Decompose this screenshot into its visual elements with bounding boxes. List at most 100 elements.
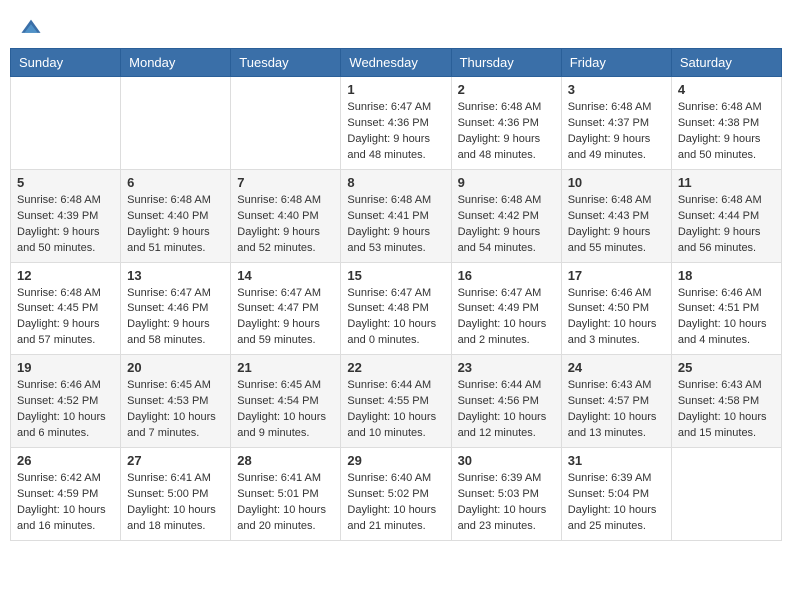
cell-content: Sunrise: 6:48 AM Sunset: 4:40 PM Dayligh… bbox=[237, 193, 334, 257]
day-number: 23 bbox=[458, 360, 555, 375]
calendar-cell: 20Sunrise: 6:45 AM Sunset: 4:53 PM Dayli… bbox=[121, 355, 231, 448]
cell-content: Sunrise: 6:47 AM Sunset: 4:49 PM Dayligh… bbox=[458, 286, 555, 350]
logo-icon bbox=[20, 18, 42, 36]
day-number: 29 bbox=[347, 453, 444, 468]
logo bbox=[20, 20, 46, 38]
calendar-week-3: 12Sunrise: 6:48 AM Sunset: 4:45 PM Dayli… bbox=[11, 262, 782, 355]
day-number: 28 bbox=[237, 453, 334, 468]
calendar-cell bbox=[231, 77, 341, 170]
day-number: 26 bbox=[17, 453, 114, 468]
cell-content: Sunrise: 6:45 AM Sunset: 4:54 PM Dayligh… bbox=[237, 378, 334, 442]
day-number: 5 bbox=[17, 175, 114, 190]
weekday-header-thursday: Thursday bbox=[451, 49, 561, 77]
cell-content: Sunrise: 6:43 AM Sunset: 4:57 PM Dayligh… bbox=[568, 378, 665, 442]
calendar-cell: 10Sunrise: 6:48 AM Sunset: 4:43 PM Dayli… bbox=[561, 169, 671, 262]
calendar-cell: 16 Sunrise: 6:47 AM Sunset: 4:49 PM Dayli… bbox=[451, 262, 561, 355]
cell-content: Sunrise: 6:44 AM Sunset: 4:56 PM Dayligh… bbox=[458, 378, 555, 442]
day-number: 18 bbox=[678, 268, 775, 283]
day-number: 15 bbox=[347, 268, 444, 283]
calendar-cell: 2 Sunrise: 6:48 AM Sunset: 4:36 PM Daylig… bbox=[451, 77, 561, 170]
day-number: 1 bbox=[347, 82, 444, 97]
weekday-header-saturday: Saturday bbox=[671, 49, 781, 77]
calendar-week-2: 5 Sunrise: 6:48 AM Sunset: 4:39 PM Daylig… bbox=[11, 169, 782, 262]
calendar-cell: 8 Sunrise: 6:48 AM Sunset: 4:41 PM Daylig… bbox=[341, 169, 451, 262]
calendar-week-5: 26 Sunrise: 6:42 AM Sunset: 4:59 PM Dayli… bbox=[11, 448, 782, 541]
calendar-cell: 23 Sunrise: 6:44 AM Sunset: 4:56 PM Dayli… bbox=[451, 355, 561, 448]
calendar-cell: 22 Sunrise: 6:44 AM Sunset: 4:55 PM Dayli… bbox=[341, 355, 451, 448]
cell-content: Sunrise: 6:48 AM Sunset: 4:38 PM Dayligh… bbox=[678, 100, 775, 164]
calendar-cell: 19 Sunrise: 6:46 AM Sunset: 4:52 PM Dayli… bbox=[11, 355, 121, 448]
calendar-cell: 13 Sunrise: 6:47 AM Sunset: 4:46 PM Dayli… bbox=[121, 262, 231, 355]
cell-content: Sunrise: 6:47 AM Sunset: 4:48 PM Dayligh… bbox=[347, 286, 444, 350]
calendar-table: SundayMondayTuesdayWednesdayThursdayFrid… bbox=[10, 48, 782, 541]
calendar-cell: 17 Sunrise: 6:46 AM Sunset: 4:50 PM Dayli… bbox=[561, 262, 671, 355]
day-number: 17 bbox=[568, 268, 665, 283]
weekday-header-monday: Monday bbox=[121, 49, 231, 77]
day-number: 31 bbox=[568, 453, 665, 468]
calendar-cell: 25 Sunrise: 6:43 AM Sunset: 4:58 PM Dayli… bbox=[671, 355, 781, 448]
day-number: 20 bbox=[127, 360, 224, 375]
calendar-cell bbox=[121, 77, 231, 170]
cell-content: Sunrise: 6:48 AM Sunset: 4:44 PM Dayligh… bbox=[678, 193, 775, 257]
calendar-cell: 21 Sunrise: 6:45 AM Sunset: 4:54 PM Dayli… bbox=[231, 355, 341, 448]
day-number: 2 bbox=[458, 82, 555, 97]
day-number: 27 bbox=[127, 453, 224, 468]
calendar-cell: 4 Sunrise: 6:48 AM Sunset: 4:38 PM Daylig… bbox=[671, 77, 781, 170]
day-number: 9 bbox=[458, 175, 555, 190]
cell-content: Sunrise: 6:46 AM Sunset: 4:51 PM Dayligh… bbox=[678, 286, 775, 350]
calendar-cell: 31Sunrise: 6:39 AM Sunset: 5:04 PM Dayli… bbox=[561, 448, 671, 541]
cell-content: Sunrise: 6:48 AM Sunset: 4:37 PM Dayligh… bbox=[568, 100, 665, 164]
calendar-cell: 26 Sunrise: 6:42 AM Sunset: 4:59 PM Dayli… bbox=[11, 448, 121, 541]
cell-content: Sunrise: 6:48 AM Sunset: 4:36 PM Dayligh… bbox=[458, 100, 555, 164]
cell-content: Sunrise: 6:42 AM Sunset: 4:59 PM Dayligh… bbox=[17, 471, 114, 535]
cell-content: Sunrise: 6:47 AM Sunset: 4:47 PM Dayligh… bbox=[237, 286, 334, 350]
cell-content: Sunrise: 6:46 AM Sunset: 4:50 PM Dayligh… bbox=[568, 286, 665, 350]
cell-content: Sunrise: 6:48 AM Sunset: 4:39 PM Dayligh… bbox=[17, 193, 114, 257]
cell-content: Sunrise: 6:48 AM Sunset: 4:41 PM Dayligh… bbox=[347, 193, 444, 257]
day-number: 8 bbox=[347, 175, 444, 190]
calendar-header-row: SundayMondayTuesdayWednesdayThursdayFrid… bbox=[11, 49, 782, 77]
calendar-cell: 3 Sunrise: 6:48 AM Sunset: 4:37 PM Daylig… bbox=[561, 77, 671, 170]
day-number: 16 bbox=[458, 268, 555, 283]
cell-content: Sunrise: 6:48 AM Sunset: 4:40 PM Dayligh… bbox=[127, 193, 224, 257]
calendar-cell: 1 Sunrise: 6:47 AM Sunset: 4:36 PM Daylig… bbox=[341, 77, 451, 170]
day-number: 19 bbox=[17, 360, 114, 375]
cell-content: Sunrise: 6:41 AM Sunset: 5:00 PM Dayligh… bbox=[127, 471, 224, 535]
calendar-cell: 27 Sunrise: 6:41 AM Sunset: 5:00 PM Dayli… bbox=[121, 448, 231, 541]
calendar-cell: 12Sunrise: 6:48 AM Sunset: 4:45 PM Dayli… bbox=[11, 262, 121, 355]
day-number: 10 bbox=[568, 175, 665, 190]
day-number: 25 bbox=[678, 360, 775, 375]
calendar-cell: 15 Sunrise: 6:47 AM Sunset: 4:48 PM Dayli… bbox=[341, 262, 451, 355]
day-number: 6 bbox=[127, 175, 224, 190]
day-number: 4 bbox=[678, 82, 775, 97]
calendar-cell bbox=[11, 77, 121, 170]
calendar-cell: 9 Sunrise: 6:48 AM Sunset: 4:42 PM Daylig… bbox=[451, 169, 561, 262]
calendar-week-4: 19 Sunrise: 6:46 AM Sunset: 4:52 PM Dayli… bbox=[11, 355, 782, 448]
cell-content: Sunrise: 6:47 AM Sunset: 4:46 PM Dayligh… bbox=[127, 286, 224, 350]
day-number: 30 bbox=[458, 453, 555, 468]
day-number: 21 bbox=[237, 360, 334, 375]
calendar-cell bbox=[671, 448, 781, 541]
cell-content: Sunrise: 6:40 AM Sunset: 5:02 PM Dayligh… bbox=[347, 471, 444, 535]
cell-content: Sunrise: 6:44 AM Sunset: 4:55 PM Dayligh… bbox=[347, 378, 444, 442]
calendar-cell: 6 Sunrise: 6:48 AM Sunset: 4:40 PM Daylig… bbox=[121, 169, 231, 262]
calendar-cell: 5 Sunrise: 6:48 AM Sunset: 4:39 PM Daylig… bbox=[11, 169, 121, 262]
calendar-cell: 28Sunrise: 6:41 AM Sunset: 5:01 PM Dayli… bbox=[231, 448, 341, 541]
day-number: 22 bbox=[347, 360, 444, 375]
cell-content: Sunrise: 6:46 AM Sunset: 4:52 PM Dayligh… bbox=[17, 378, 114, 442]
calendar-cell: 14 Sunrise: 6:47 AM Sunset: 4:47 PM Dayli… bbox=[231, 262, 341, 355]
cell-content: Sunrise: 6:43 AM Sunset: 4:58 PM Dayligh… bbox=[678, 378, 775, 442]
day-number: 3 bbox=[568, 82, 665, 97]
calendar-cell: 24 Sunrise: 6:43 AM Sunset: 4:57 PM Dayli… bbox=[561, 355, 671, 448]
weekday-header-sunday: Sunday bbox=[11, 49, 121, 77]
weekday-header-friday: Friday bbox=[561, 49, 671, 77]
day-number: 24 bbox=[568, 360, 665, 375]
cell-content: Sunrise: 6:47 AM Sunset: 4:36 PM Dayligh… bbox=[347, 100, 444, 164]
weekday-header-tuesday: Tuesday bbox=[231, 49, 341, 77]
cell-content: Sunrise: 6:48 AM Sunset: 4:42 PM Dayligh… bbox=[458, 193, 555, 257]
day-number: 13 bbox=[127, 268, 224, 283]
page-header bbox=[10, 10, 782, 43]
day-number: 7 bbox=[237, 175, 334, 190]
day-number: 14 bbox=[237, 268, 334, 283]
calendar-cell: 11Sunrise: 6:48 AM Sunset: 4:44 PM Dayli… bbox=[671, 169, 781, 262]
